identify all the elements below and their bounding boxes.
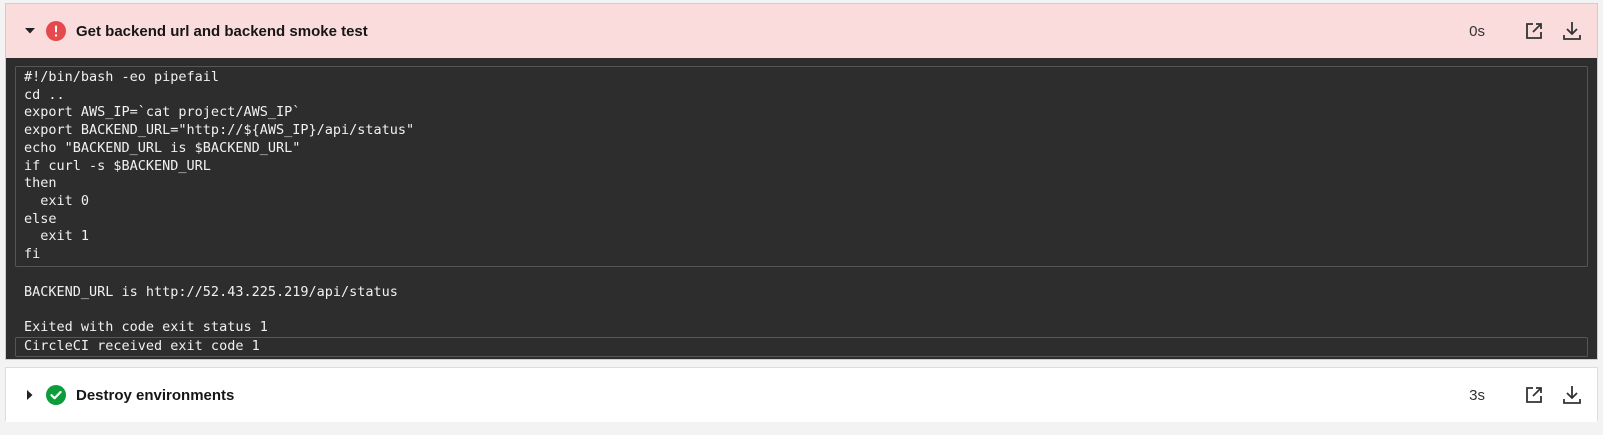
step-duration: 0s — [1469, 22, 1485, 40]
script-line: echo "BACKEND_URL is $BACKEND_URL" — [24, 139, 301, 156]
caret-down-icon[interactable] — [22, 23, 38, 39]
script-line: exit 1 — [24, 228, 90, 245]
output-line: Exited with code exit status 1 — [24, 319, 268, 336]
open-in-new-icon[interactable] — [1523, 20, 1545, 42]
step-panel-destroy-environments: Destroy environments 3s — [5, 367, 1598, 422]
script-line: then — [24, 175, 57, 192]
error-icon — [46, 21, 66, 41]
download-icon[interactable] — [1561, 384, 1583, 406]
exit-code-line: CircleCI received exit code 1 — [24, 337, 260, 354]
step-header-smoke-test[interactable]: Get backend url and backend smoke test 0… — [6, 4, 1597, 58]
script-line: export AWS_IP=`cat project/AWS_IP` — [24, 104, 301, 121]
step-panel-smoke-test: Get backend url and backend smoke test 0… — [5, 3, 1598, 360]
script-box: #!/bin/bash -eo pipefail cd .. export AW… — [15, 66, 1588, 267]
command-output: BACKEND_URL is http://52.43.225.219/api/… — [15, 267, 1588, 337]
step-title: Destroy environments — [76, 386, 235, 404]
check-circle-icon — [46, 385, 66, 405]
script-line: #!/bin/bash -eo pipefail — [24, 69, 220, 85]
caret-right-icon[interactable] — [22, 387, 38, 403]
download-icon[interactable] — [1561, 20, 1583, 42]
step-header-destroy-environments[interactable]: Destroy environments 3s — [6, 368, 1597, 422]
script-line: if curl -s $BACKEND_URL — [24, 157, 211, 174]
step-title: Get backend url and backend smoke test — [76, 22, 368, 40]
script-line: cd .. — [24, 86, 65, 103]
script-line: exit 0 — [24, 192, 90, 209]
script-line: export BACKEND_URL="http://${AWS_IP}/api… — [24, 122, 415, 139]
output-line: BACKEND_URL is http://52.43.225.219/api/… — [24, 283, 398, 300]
script-line: fi — [24, 246, 41, 263]
open-in-new-icon[interactable] — [1523, 384, 1545, 406]
step-duration: 3s — [1469, 386, 1485, 404]
exit-code-box: CircleCI received exit code 1 — [15, 336, 1588, 357]
log-output: #!/bin/bash -eo pipefail cd .. export AW… — [6, 58, 1597, 359]
script-line: else — [24, 210, 57, 227]
